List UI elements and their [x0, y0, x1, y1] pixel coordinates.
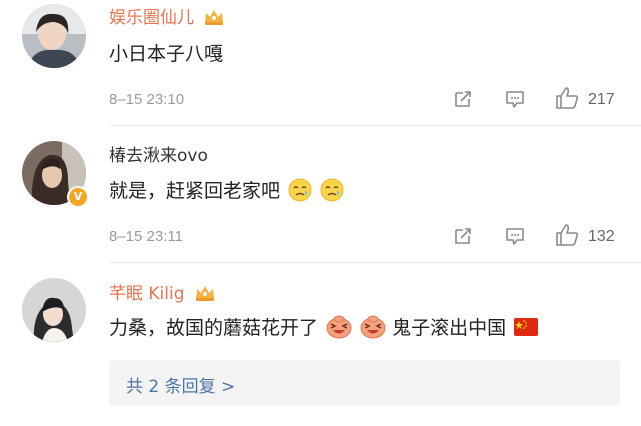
comment-icon[interactable]: [504, 88, 526, 110]
view-replies-link[interactable]: 共 2 条回复 >: [126, 372, 235, 397]
like-icon[interactable]: [555, 86, 581, 110]
comment-icon[interactable]: [504, 225, 526, 247]
timestamp: 8–15 23:11: [109, 228, 183, 245]
share-icon[interactable]: [453, 226, 473, 246]
crown-icon: [205, 10, 224, 25]
laughing-face-icon: [360, 315, 386, 339]
share-icon[interactable]: [453, 89, 473, 109]
username[interactable]: 娱乐圈仙儿: [109, 8, 194, 28]
replies-box[interactable]: 共 2 条回复 >: [109, 360, 620, 406]
like-count: 217: [588, 91, 615, 108]
sad-face-icon: [288, 178, 312, 202]
like-icon[interactable]: [555, 223, 581, 247]
crown-icon: [195, 286, 214, 301]
comment-text: 就是，赶紧回老家吧: [109, 178, 344, 204]
username[interactable]: 椿去湫来ovo: [109, 146, 208, 166]
username[interactable]: 芊眠 Kilig: [109, 284, 185, 304]
comment-item: 娱乐圈仙儿 小日本子八嘎 8–15 23:10 217: [0, 0, 641, 126]
avatar[interactable]: [22, 4, 86, 68]
avatar[interactable]: [22, 278, 86, 342]
comment-text: 小日本子八嘎: [109, 43, 224, 65]
divider: [109, 262, 641, 263]
sad-face-icon: [320, 178, 344, 202]
comment-text: 力桑，故国的蘑菇花开了 鬼子滚出中国: [109, 315, 539, 341]
laughing-face-icon: [326, 315, 352, 339]
verified-v-icon: V: [67, 186, 89, 208]
divider: [109, 125, 641, 126]
like-count: 132: [588, 228, 615, 245]
timestamp: 8–15 23:10: [109, 91, 185, 108]
china-flag-icon: [514, 318, 539, 336]
